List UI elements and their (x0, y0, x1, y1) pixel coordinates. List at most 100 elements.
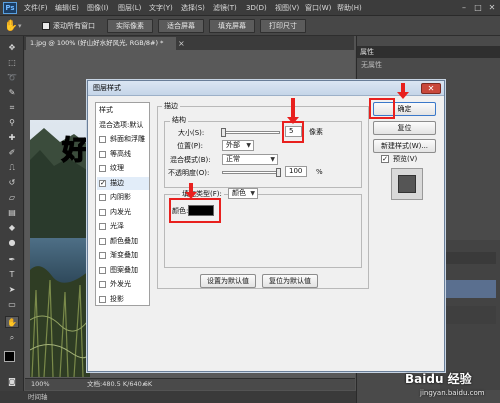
style-item[interactable]: 外发光 (97, 278, 149, 291)
gradient-tool-icon[interactable]: ▤ (5, 207, 19, 219)
marquee-tool-icon[interactable]: ⬚ (5, 57, 19, 69)
style-item[interactable]: 等高线 (97, 148, 149, 161)
style-item-checkbox[interactable] (99, 237, 106, 245)
menu-edit[interactable]: 编辑(E) (55, 3, 79, 13)
menu-image[interactable]: 图像(I) (87, 3, 109, 13)
path-select-tool-icon[interactable]: ➤ (5, 284, 19, 296)
color-highlight-box (169, 198, 221, 223)
opacity-slider-track[interactable] (222, 171, 280, 174)
status-menu-arrow-icon[interactable]: ▸ (143, 379, 146, 390)
style-item[interactable]: 纹理 (97, 162, 149, 175)
size-slider-track[interactable] (222, 131, 280, 134)
style-item[interactable]: 渐变叠加 (97, 249, 149, 262)
close-window-icon[interactable]: ✕ (486, 2, 498, 13)
hand-tool-icon[interactable]: ✋ (4, 19, 18, 33)
menu-bar: Ps 文件(F) 编辑(E) 图像(I) 图层(L) 文字(Y) 选择(S) 滤… (0, 0, 500, 16)
style-item[interactable]: 光泽 (97, 220, 149, 233)
minimize-icon[interactable]: – (458, 2, 470, 13)
style-item[interactable]: 混合选项:默认 (97, 119, 149, 132)
opacity-input[interactable]: 100 (285, 166, 307, 177)
brush-tool-icon[interactable]: ✐ (5, 147, 19, 159)
dialog-title: 图层样式 (93, 84, 121, 92)
healing-brush-tool-icon[interactable]: ✚ (5, 132, 19, 144)
menu-file[interactable]: 文件(F) (24, 3, 48, 13)
layers-panel-row[interactable] (444, 306, 496, 324)
hand-tool-icon[interactable]: ✋ (5, 316, 19, 328)
menu-type[interactable]: 文字(Y) (149, 3, 173, 13)
style-item[interactable]: 内发光 (97, 206, 149, 219)
preview-checkbox[interactable]: ✓ (381, 155, 389, 163)
fill-type-select[interactable]: 颜色 ▼ (228, 188, 258, 199)
dialog-title-bar[interactable]: 图层样式 ✕ (88, 81, 444, 96)
style-item-checkbox[interactable] (99, 194, 106, 201)
fit-screen-button[interactable]: 适合屏幕 (158, 19, 204, 33)
style-item-checkbox[interactable] (99, 266, 106, 274)
ok-highlight-box (369, 98, 395, 119)
actual-pixels-button[interactable]: 实际像素 (107, 19, 153, 33)
fill-screen-button[interactable]: 填充屏幕 (209, 19, 255, 33)
reset-button[interactable]: 复位 (373, 121, 436, 135)
style-item-label: 内发光 (110, 207, 131, 216)
size-label: 大小(S): (178, 129, 205, 137)
new-style-button[interactable]: 新建样式(W)... (373, 139, 436, 153)
style-item[interactable]: 斜面和浮雕 (97, 133, 149, 146)
foreground-color-swatch[interactable] (4, 351, 15, 362)
eyedropper-tool-icon[interactable]: ⚲ (5, 117, 19, 129)
dialog-close-icon[interactable]: ✕ (421, 83, 441, 94)
style-item-checkbox[interactable] (99, 136, 106, 143)
style-item-checkbox[interactable] (99, 281, 106, 288)
document-tab[interactable]: 1.jpg @ 100% (好山好水好风光, RGB/8#) * (26, 37, 176, 50)
close-tab-icon[interactable]: × (178, 38, 185, 49)
opacity-slider-knob[interactable] (276, 168, 281, 177)
menu-3d[interactable]: 3D(D) (246, 3, 267, 13)
clone-stamp-tool-icon[interactable]: ⎍ (5, 162, 19, 174)
style-item-checkbox[interactable] (99, 223, 106, 230)
style-item-checkbox[interactable]: ✓ (99, 179, 106, 187)
menu-layer[interactable]: 图层(L) (118, 3, 141, 13)
style-item[interactable]: ✓ 描边 (97, 176, 149, 190)
reset-default-button[interactable]: 复位为默认值 (262, 274, 318, 288)
lasso-tool-icon[interactable]: ➰ (5, 72, 19, 84)
menu-view[interactable]: 视图(V) (275, 3, 299, 13)
maximize-icon[interactable]: □ (472, 2, 484, 13)
tool-preset-chevron-icon[interactable]: ▾ (18, 20, 22, 32)
eraser-tool-icon[interactable]: ▱ (5, 192, 19, 204)
style-item-checkbox[interactable] (99, 165, 106, 172)
blend-mode-select[interactable]: 正常 ▼ (222, 154, 278, 165)
size-slider-knob[interactable] (221, 128, 226, 137)
print-size-button[interactable]: 打印尺寸 (260, 19, 306, 33)
layers-panel-row[interactable] (444, 252, 496, 264)
properties-panel-header[interactable]: 属性 (357, 46, 500, 58)
dodge-tool-icon[interactable]: ● (5, 237, 19, 249)
quick-select-tool-icon[interactable]: ✎ (5, 87, 19, 99)
style-item-checkbox[interactable] (99, 150, 106, 158)
menu-select[interactable]: 选择(S) (181, 3, 205, 13)
type-tool-icon[interactable]: T (5, 269, 19, 281)
quick-mask-icon[interactable]: ◙ (5, 376, 19, 388)
zoom-tool-icon[interactable]: ⌕ (5, 332, 19, 344)
menu-window[interactable]: 窗口(W) (305, 3, 331, 13)
style-item-checkbox[interactable] (99, 295, 106, 303)
set-default-button[interactable]: 设置为默认值 (200, 274, 256, 288)
zoom-level[interactable]: 100% (31, 379, 50, 390)
menu-help[interactable]: 帮助(H) (337, 3, 362, 13)
properties-panel-title: 属性 (360, 48, 374, 56)
style-item[interactable]: 图案叠加 (97, 264, 149, 277)
blur-tool-icon[interactable]: ◆ (5, 222, 19, 234)
timeline-bar[interactable]: 时间轴 (0, 391, 360, 403)
style-item-checkbox[interactable] (99, 252, 106, 259)
style-item[interactable]: 内阴影 (97, 191, 149, 204)
history-brush-tool-icon[interactable]: ↺ (5, 177, 19, 189)
pen-tool-icon[interactable]: ✒ (5, 254, 19, 266)
position-select[interactable]: 外部 ▼ (222, 140, 254, 151)
scroll-all-windows-checkbox[interactable] (42, 22, 50, 30)
layers-panel-selected-row[interactable] (444, 280, 496, 298)
style-item[interactable]: 投影 (97, 293, 149, 306)
style-item[interactable]: 颜色叠加 (97, 235, 149, 248)
style-item[interactable]: 样式 (97, 104, 149, 117)
style-item-checkbox[interactable] (99, 208, 106, 216)
menu-filter[interactable]: 滤镜(T) (213, 3, 237, 13)
move-tool-icon[interactable]: ✥ (5, 42, 19, 54)
crop-tool-icon[interactable]: ⌗ (5, 102, 19, 114)
shape-tool-icon[interactable]: ▭ (5, 299, 19, 311)
